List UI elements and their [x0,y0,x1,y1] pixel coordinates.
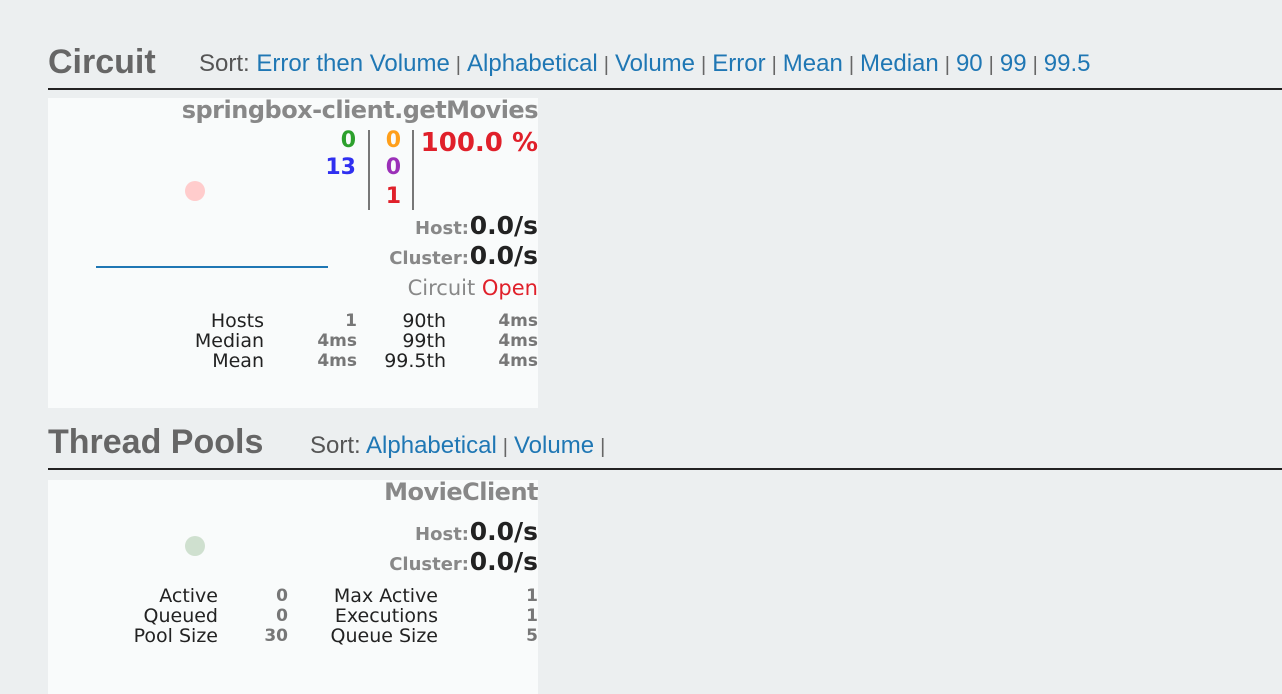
max-active-value: 1 [526,586,538,606]
thread-pools-sort-bar: Sort: Alphabetical | Volume | [310,432,611,460]
sort-99-5-link[interactable]: 99.5 [1044,50,1091,77]
median-label: Median [194,330,264,352]
thread-pools-section-header: Thread Pools Sort: Alphabetical | Volume | [48,422,1282,470]
sort-separator: | [771,54,777,76]
pool-size-value: 30 [264,626,288,646]
tp-cluster-rate-label: Cluster: [389,554,469,575]
thread-pools-section-title: Thread Pools [48,423,264,461]
sort-volume-link[interactable]: Volume [615,50,695,77]
queued-value: 0 [276,606,288,626]
p99-label: 99th [402,330,446,352]
sort-median-link[interactable]: Median [860,50,939,77]
count-divider [412,130,414,210]
circuit-status-label: Circuit [407,276,476,300]
circuit-status-line: Circuit Open [408,276,538,300]
thread-pool-card: MovieClient Host: 0.0/s Cluster: 0.0/s A… [48,478,538,694]
timeout-count: 0 [385,128,401,153]
p90-value: 4ms [498,311,538,331]
sort-error-link[interactable]: Error [712,50,765,77]
circuit-status-dot [185,181,205,201]
circuit-section-header: Circuit Sort: Error then Volume | Alphabet… [48,42,1282,90]
sort-separator: | [455,54,461,76]
sort-90-link[interactable]: 90 [956,50,983,77]
mean-value: 4ms [317,351,357,371]
thread-pools-sort-label: Sort: [310,432,361,459]
active-label: Active [159,585,218,607]
max-active-label: Max Active [333,585,438,607]
sort-separator: | [600,436,606,458]
hosts-label: Hosts [210,310,264,332]
p90-label: 90th [402,310,446,332]
sort-99-link[interactable]: 99 [1000,50,1027,77]
sort-separator: | [848,54,855,76]
tp-host-rate-value: 0.0/s [469,517,538,546]
circuit-name: springbox-client.getMovies [181,96,539,124]
sort-separator: | [701,54,707,76]
thread-pool-name: MovieClient [384,478,538,506]
cluster-rate-value: 0.0/s [469,241,538,270]
sort-separator: | [603,54,609,76]
sort-separator: | [502,436,508,458]
sort-separator: | [988,54,994,76]
executions-label: Executions [334,605,438,627]
pool-size-label: Pool Size [133,625,218,647]
circuit-section-title: Circuit [48,43,156,81]
host-rate-value: 0.0/s [469,211,538,240]
thread-sort-volume-link[interactable]: Volume [514,432,594,459]
p99-value: 4ms [498,331,538,351]
sort-alphabetical-link[interactable]: Alphabetical [467,50,598,77]
sort-error-then-volume-link[interactable]: Error then Volume [256,50,449,77]
thread-sort-alphabetical-link[interactable]: Alphabetical [366,432,497,459]
p995-label: 99.5th [384,350,446,372]
queue-size-label: Queue Size [330,625,438,647]
count-divider [368,130,370,210]
p995-value: 4ms [498,351,538,371]
queued-label: Queued [143,605,218,627]
sort-mean-link[interactable]: Mean [783,50,843,77]
failure-count: 1 [385,184,401,209]
short-circuited-count: 13 [325,155,356,180]
sort-separator: | [944,54,950,76]
mean-label: Mean [212,350,264,372]
tp-host-rate-label: Host: [415,524,469,545]
error-percentage: 100.0 % [420,128,538,158]
rejected-count: 0 [385,155,401,180]
circuit-card: springbox-client.getMovies 0 13 0 0 1 10… [48,96,539,408]
tp-cluster-rate-value: 0.0/s [469,547,538,576]
hosts-value: 1 [345,311,357,331]
cluster-rate-label: Cluster: [389,248,469,269]
thread-pool-status-dot [185,536,205,556]
queue-size-value: 5 [526,626,538,646]
circuit-status-value: Open [481,276,538,300]
success-count: 0 [340,128,356,153]
executions-value: 1 [526,606,538,626]
active-value: 0 [276,586,288,606]
circuit-sparkline [96,266,328,268]
circuit-sort-bar: Sort: Error then Volume | Alphabetical | Vol… [199,50,1090,78]
median-value: 4ms [317,331,357,351]
sort-separator: | [1032,54,1038,76]
circuit-sort-label: Sort: [199,50,250,77]
host-rate-label: Host: [415,218,469,239]
